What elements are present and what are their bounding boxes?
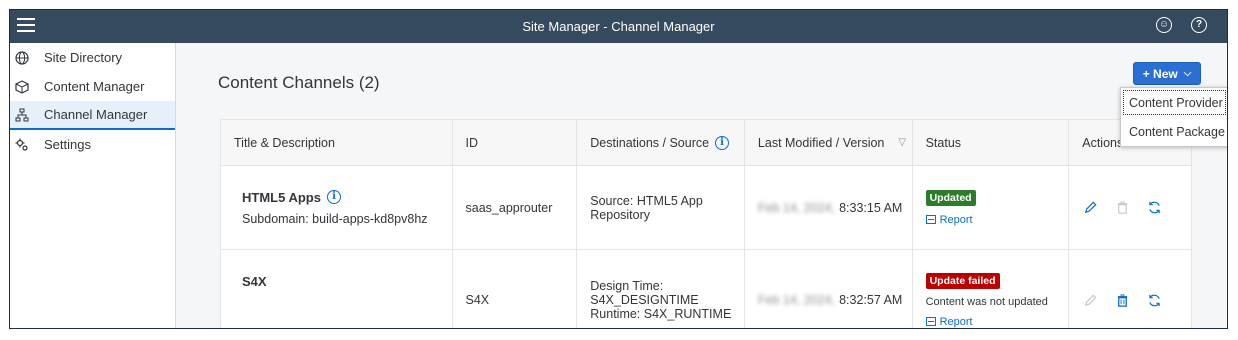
new-button[interactable]: + New ⌵ [1133, 62, 1201, 85]
info-icon[interactable]: i [715, 135, 730, 150]
shell-title: Site Manager - Channel Manager [522, 19, 715, 34]
sidebar-item-channel-manager[interactable]: Channel Manager [10, 101, 175, 130]
destination-line: Repository [590, 207, 651, 222]
channel-id: S4X [465, 293, 490, 307]
app-window: Site Manager - Channel Manager ☺ ? Site … [9, 9, 1228, 329]
blurred-date: Feb 14, 2024, [757, 200, 836, 215]
modified-cell: Feb 14, 2024, 8:32:57 AM [745, 250, 913, 328]
status-cell: Update failed Content was not updated Re… [913, 250, 1070, 328]
report-icon [925, 317, 936, 326]
actions-cell [1069, 166, 1191, 249]
id-cell: saas_approuter [453, 166, 578, 249]
user-icon[interactable]: ☺ [1156, 17, 1172, 33]
modified-cell: Feb 14, 2024, 8:33:15 AM [745, 166, 913, 249]
column-header[interactable]: ID [453, 120, 578, 165]
status-badge: Updated [925, 189, 976, 206]
report-icon [925, 215, 936, 224]
sidebar-item-label: Channel Manager [44, 107, 148, 122]
status-cell: Updated Report [913, 166, 1070, 249]
id-cell: S4X [453, 250, 578, 328]
main-content: Content Channels (2) + New ⌵ Title & Des… [176, 43, 1227, 328]
side-navigation: Site Directory Content Manager Channel M… [10, 43, 176, 328]
report-link[interactable]: Report [925, 315, 1069, 328]
report-label: Report [939, 315, 973, 328]
filter-icon[interactable]: ▽ [898, 137, 906, 148]
channel-subtitle: Subdomain: build-apps-kd8pv8hz [242, 211, 428, 226]
sidebar-item-site-directory[interactable]: Site Directory [10, 43, 175, 72]
table-row[interactable]: S4X S4X Design Time: S4X_DESIGNTIME Runt… [221, 250, 1191, 328]
chevron-down-icon: ⌵ [1183, 68, 1192, 79]
channel-title-text: S4X [242, 274, 267, 289]
menu-item-content-provider[interactable]: Content Provider [1121, 88, 1227, 117]
title-cell: HTML5 Apps i Subdomain: build-apps-kd8pv… [221, 166, 453, 249]
channels-table: Title & Description ID Destinations / So… [220, 119, 1192, 328]
modified-time: 8:33:15 AM [839, 200, 903, 215]
info-icon[interactable]: i [326, 190, 341, 204]
network-icon [15, 108, 29, 122]
refresh-icon[interactable] [1146, 200, 1162, 216]
menu-item-content-package[interactable]: Content Package [1121, 117, 1227, 146]
table-row[interactable]: HTML5 Apps i Subdomain: build-apps-kd8pv… [221, 166, 1191, 250]
help-icon[interactable]: ? [1191, 17, 1207, 33]
sidebar-item-content-manager[interactable]: Content Manager [10, 72, 175, 101]
column-header[interactable]: Title & Description [221, 120, 453, 165]
sidebar-item-label: Content Manager [44, 79, 145, 94]
column-header[interactable]: Last Modified / Version ▽ [745, 120, 913, 165]
shell-bar: Site Manager - Channel Manager ☺ ? [10, 10, 1227, 43]
globe-icon [15, 50, 29, 65]
destination-line: Runtime: S4X_RUNTIME [590, 307, 732, 321]
sidebar-item-settings[interactable]: Settings [10, 130, 175, 159]
report-link[interactable]: Report [925, 213, 1069, 226]
status-badge: Update failed [925, 272, 1000, 289]
column-header-label: Destinations / Source [590, 135, 710, 150]
refresh-icon[interactable] [1146, 292, 1162, 308]
page-title: Content Channels (2) [218, 73, 380, 92]
status-message: Content was not updated [925, 295, 1048, 308]
channel-id: saas_approuter [465, 200, 553, 215]
column-header[interactable]: Status [913, 120, 1070, 165]
edit-icon[interactable] [1082, 292, 1098, 308]
cube-icon [15, 79, 29, 94]
modified-time: 8:32:57 AM [839, 293, 903, 307]
report-label: Report [939, 213, 973, 226]
destination-cell: Source: HTML5 App Repository [577, 166, 745, 249]
destination-line: Source: HTML5 App [590, 193, 703, 208]
new-dropdown-menu: Content Provider Content Package [1120, 87, 1227, 147]
table-header: Title & Description ID Destinations / So… [221, 120, 1191, 166]
actions-cell [1069, 250, 1191, 328]
sidebar-item-label: Settings [44, 137, 91, 152]
channel-title: S4X [242, 274, 452, 289]
delete-icon[interactable] [1114, 200, 1130, 216]
title-cell: S4X [221, 250, 453, 328]
column-header[interactable]: Destinations / Source i [577, 120, 745, 165]
new-button-label: + New [1142, 66, 1178, 81]
blurred-date: Feb 14, 2024, [757, 293, 836, 307]
sidebar-item-label: Site Directory [44, 50, 123, 65]
gear-icon [15, 138, 29, 152]
destination-cell: Design Time: S4X_DESIGNTIME Runtime: S4X… [577, 250, 745, 328]
delete-icon[interactable] [1114, 292, 1130, 308]
channel-title-text: HTML5 Apps [242, 189, 321, 205]
destination-line: S4X_DESIGNTIME [590, 293, 699, 307]
edit-icon[interactable] [1082, 200, 1098, 216]
destination-line: Design Time: [590, 279, 664, 293]
column-header-label: Last Modified / Version [757, 135, 885, 150]
channel-title: HTML5 Apps i [242, 190, 452, 205]
